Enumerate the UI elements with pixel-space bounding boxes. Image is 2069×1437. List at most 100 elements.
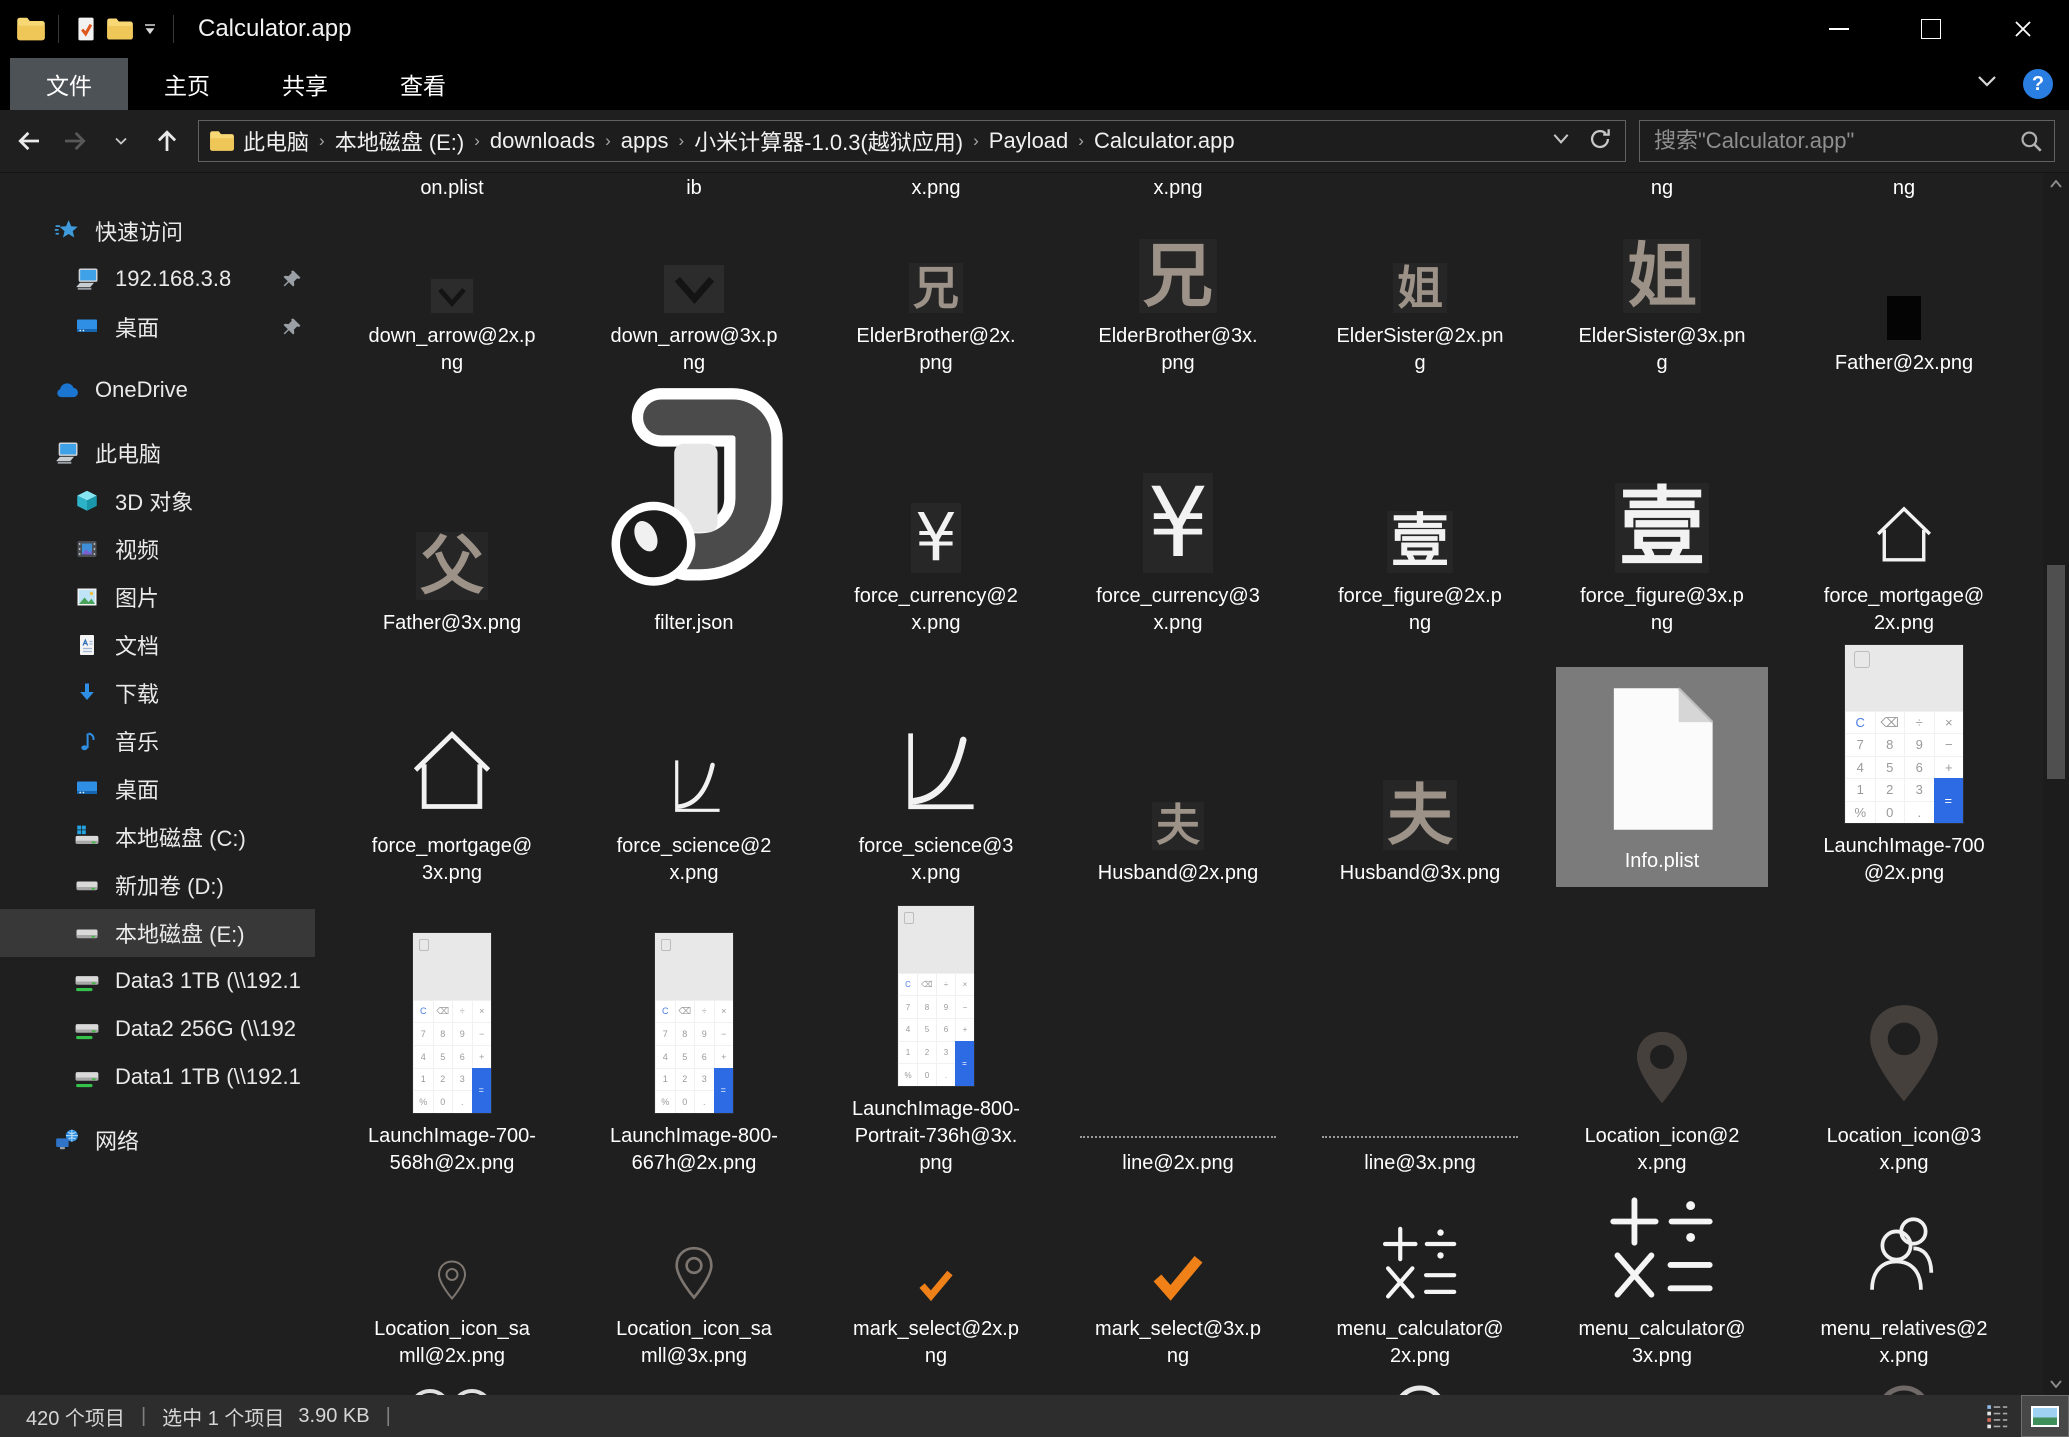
details-view-button[interactable] — [1973, 1395, 2021, 1437]
sidebar-item-18[interactable]: 网络 — [0, 1116, 315, 1164]
thumbnail-view-button[interactable] — [2021, 1395, 2069, 1437]
back-button[interactable] — [6, 118, 52, 164]
sidebar-item-4[interactable]: 此电脑 — [0, 429, 315, 477]
file-item-down_arrow@2x.png[interactable]: down_arrow@2x.png — [331, 225, 573, 385]
search-box[interactable] — [1639, 120, 2055, 162]
file-item-line@2x.png[interactable]: line@2x.png — [1057, 895, 1299, 1185]
file-item-filter.json[interactable]: filter.json — [573, 385, 815, 645]
address-box[interactable]: 此电脑›本地磁盘 (E:)›downloads›apps›小米计算器-1.0.3… — [198, 120, 1626, 162]
file-item-clipped[interactable]: ib — [573, 173, 815, 225]
breadcrumb-item[interactable]: Calculator.app — [1086, 128, 1243, 154]
ribbon-collapse-chevron-icon[interactable] — [1975, 74, 1999, 95]
file-item-clipped[interactable] — [331, 1378, 573, 1395]
sidebar-item-12[interactable]: 本地磁盘 (C:) — [0, 813, 315, 861]
sidebar-item-7[interactable]: 图片 — [0, 573, 315, 621]
breadcrumb-item[interactable]: 本地磁盘 (E:) — [327, 125, 473, 157]
breadcrumb-chevron-icon[interactable]: › — [472, 131, 482, 151]
refresh-icon[interactable] — [1587, 126, 1613, 157]
file-item-clipped[interactable]: on.plist — [331, 173, 573, 225]
file-item-clipped[interactable] — [815, 1378, 1057, 1395]
file-item-mark_select@2x.png[interactable]: mark_select@2x.png — [815, 1185, 1057, 1378]
file-item-menu_calculator@2x.png[interactable]: menu_calculator@2x.png — [1299, 1185, 1541, 1378]
file-item-LaunchImage-700-568h@2x.png[interactable]: =C⌫÷×789−456+123%0.LaunchImage-700-568h@… — [331, 895, 573, 1185]
file-item-force_science@3x.png[interactable]: force_science@3x.png — [815, 645, 1057, 895]
sidebar-item-11[interactable]: 桌面 — [0, 765, 315, 813]
file-item-Father@2x.png[interactable]: Father@2x.png — [1783, 225, 2025, 385]
breadcrumb-item[interactable]: downloads — [482, 128, 603, 154]
file-item-clipped[interactable] — [1783, 1378, 2025, 1395]
breadcrumb-item[interactable]: 此电脑 — [235, 125, 317, 157]
file-item-LaunchImage-800-Portrait-736h@3x.png[interactable]: =C⌫÷×789−456+123%0.LaunchImage-800-Portr… — [815, 895, 1057, 1185]
file-item-line@3x.png[interactable]: line@3x.png — [1299, 895, 1541, 1185]
file-item-Location_icon@2x.png[interactable]: Location_icon@2x.png — [1541, 895, 1783, 1185]
scrollbar-thumb[interactable] — [2047, 565, 2065, 779]
breadcrumb-chevron-icon[interactable]: › — [603, 131, 613, 151]
file-item-force_currency@3x.png[interactable]: ¥force_currency@3x.png — [1057, 385, 1299, 645]
scrollbar-up-icon[interactable] — [2043, 179, 2069, 189]
sidebar-item-14[interactable]: 本地磁盘 (E:) — [0, 909, 315, 957]
file-item-down_arrow@3x.png[interactable]: down_arrow@3x.png — [573, 225, 815, 385]
file-item-Info.plist[interactable]: Info.plist — [1541, 645, 1783, 895]
file-item-clipped[interactable]: x.png — [1057, 173, 1299, 225]
breadcrumb-chevron-icon[interactable]: › — [317, 131, 327, 151]
ribbon-tab-2[interactable]: 共享 — [246, 58, 364, 110]
sidebar-item-15[interactable]: Data3 1TB (\\192.1 — [0, 957, 315, 1005]
breadcrumb-chevron-icon[interactable]: › — [971, 131, 981, 151]
ribbon-tab-0[interactable]: 文件 — [10, 58, 128, 110]
sidebar-item-5[interactable]: 3D 对象 — [0, 477, 315, 525]
breadcrumb-item[interactable]: Payload — [981, 128, 1077, 154]
sidebar-item-10[interactable]: 音乐 — [0, 717, 315, 765]
sidebar-item-0[interactable]: 快速访问 — [0, 207, 315, 255]
qat-properties-icon[interactable] — [69, 12, 103, 46]
minimize-button[interactable] — [1793, 0, 1885, 58]
file-item-force_currency@2x.png[interactable]: ¥force_currency@2x.png — [815, 385, 1057, 645]
help-icon[interactable]: ? — [2023, 69, 2053, 99]
address-dropdown-chevron-icon[interactable] — [1551, 132, 1571, 151]
search-input[interactable] — [1652, 127, 2018, 155]
file-item-force_figure@3x.png[interactable]: 壹force_figure@3x.png — [1541, 385, 1783, 645]
breadcrumb-chevron-icon[interactable]: › — [677, 131, 687, 151]
qat-new-folder-icon[interactable] — [103, 12, 137, 46]
close-button[interactable] — [1977, 0, 2069, 58]
ribbon-tab-1[interactable]: 主页 — [128, 58, 246, 110]
breadcrumb-chevron-icon[interactable]: › — [1076, 131, 1086, 151]
scrollbar-down-icon[interactable] — [2043, 1379, 2069, 1389]
sidebar-item-6[interactable]: 视频 — [0, 525, 315, 573]
sidebar-item-17[interactable]: Data1 1TB (\\192.1 — [0, 1053, 315, 1101]
file-item-force_figure@2x.png[interactable]: 壹force_figure@2x.png — [1299, 385, 1541, 645]
file-item-menu_calculator@3x.png[interactable]: menu_calculator@3x.png — [1541, 1185, 1783, 1378]
file-item-Father@3x.png[interactable]: 父Father@3x.png — [331, 385, 573, 645]
file-item-force_mortgage@3x.png[interactable]: force_mortgage@3x.png — [331, 645, 573, 895]
file-item-ElderBrother@2x.png[interactable]: 兄ElderBrother@2x.png — [815, 225, 1057, 385]
breadcrumb-item[interactable]: 小米计算器-1.0.3(越狱应用) — [686, 125, 971, 157]
file-item-menu_relatives@2x.png[interactable]: menu_relatives@2x.png — [1783, 1185, 2025, 1378]
file-item-clipped[interactable] — [1541, 1378, 1783, 1395]
file-item-Location_icon_samll@2x.png[interactable]: Location_icon_samll@2x.png — [331, 1185, 573, 1378]
sidebar-item-1[interactable]: 192.168.3.8 — [0, 255, 315, 303]
file-item-force_science@2x.png[interactable]: force_science@2x.png — [573, 645, 815, 895]
file-item-force_mortgage@2x.png[interactable]: force_mortgage@2x.png — [1783, 385, 2025, 645]
sidebar-item-9[interactable]: 下载 — [0, 669, 315, 717]
sidebar-item-16[interactable]: Data2 256G (\\192 — [0, 1005, 315, 1053]
file-item-clipped[interactable]: x.png — [815, 173, 1057, 225]
file-item-Husband@3x.png[interactable]: 夫Husband@3x.png — [1299, 645, 1541, 895]
sidebar-item-3[interactable]: OneDrive — [0, 366, 315, 414]
file-item-clipped[interactable]: ng — [1541, 173, 1783, 225]
breadcrumb-item[interactable]: apps — [613, 128, 677, 154]
file-item-clipped[interactable]: ng — [1783, 173, 2025, 225]
file-item-Husband@2x.png[interactable]: 夫Husband@2x.png — [1057, 645, 1299, 895]
file-item-clipped[interactable] — [1299, 173, 1541, 225]
sidebar-item-8[interactable]: 文档 — [0, 621, 315, 669]
sidebar-item-2[interactable]: 桌面 — [0, 303, 315, 351]
ribbon-tab-3[interactable]: 查看 — [364, 58, 482, 110]
file-item-mark_select@3x.png[interactable]: mark_select@3x.png — [1057, 1185, 1299, 1378]
file-item-Location_icon_samll@3x.png[interactable]: Location_icon_samll@3x.png — [573, 1185, 815, 1378]
maximize-button[interactable] — [1885, 0, 1977, 58]
file-item-ElderBrother@3x.png[interactable]: 兄ElderBrother@3x.png — [1057, 225, 1299, 385]
file-item-clipped[interactable] — [1057, 1378, 1299, 1395]
file-item-LaunchImage-700@2x.png[interactable]: =C⌫÷×789−456+123%0.LaunchImage-700@2x.pn… — [1783, 645, 2025, 895]
file-item-LaunchImage-800-667h@2x.png[interactable]: =C⌫÷×789−456+123%0.LaunchImage-800-667h@… — [573, 895, 815, 1185]
qat-customize-chevron-icon[interactable] — [143, 24, 157, 34]
forward-button[interactable] — [52, 118, 98, 164]
recent-locations-button[interactable] — [98, 118, 144, 164]
